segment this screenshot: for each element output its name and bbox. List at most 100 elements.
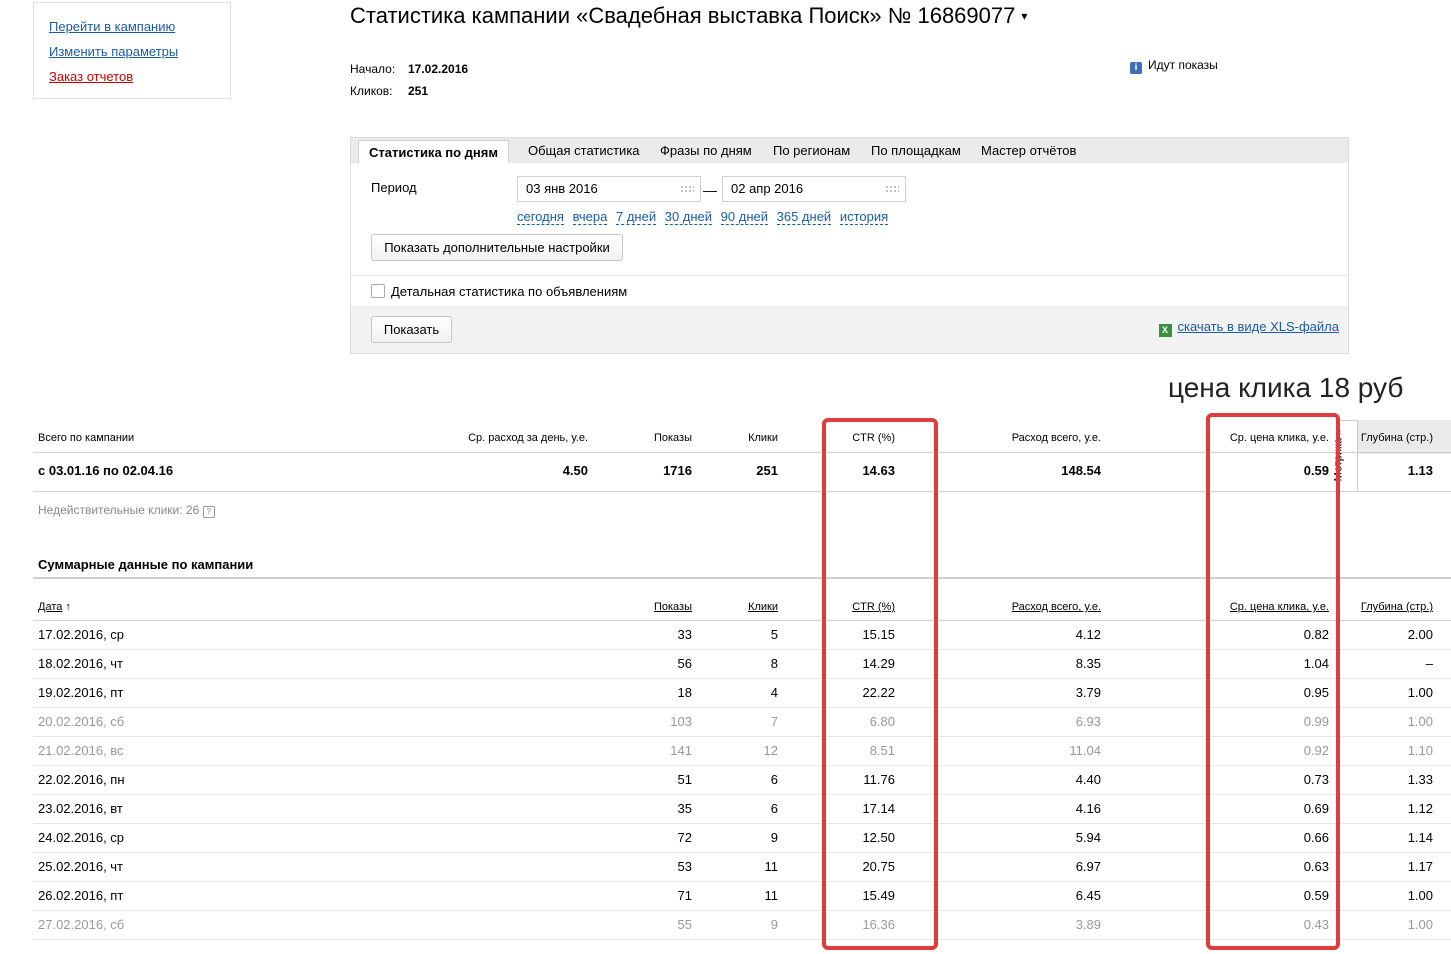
table-cell-clicks: 9 (770, 917, 778, 932)
summary-header-label: Глубина (стр.) (1360, 601, 1433, 613)
table-cell-depth: 1.17 (1407, 859, 1433, 874)
table-cell-total-spend: 4.40 (1075, 772, 1101, 787)
table-cell-impressions: 33 (677, 627, 692, 642)
range-30-days-link[interactable]: 30 дней (664, 209, 713, 225)
table-cell-clicks: 7 (770, 714, 778, 729)
summary-header-impressions[interactable]: Показы (592, 601, 692, 613)
totals-value-total-spend: 148.54 (1061, 463, 1101, 478)
table-cell-depth: – (1425, 656, 1433, 671)
invalid-clicks-text: Недействительные клики: 26 (38, 503, 200, 517)
table-cell-date: 23.02.2016, вт (38, 801, 123, 816)
tab-general-stats[interactable]: Общая статистика (528, 143, 640, 158)
detail-stats-checkbox-row[interactable]: Детальная статистика по объявлениям (371, 284, 627, 299)
totals-header-impressions: Показы (653, 432, 692, 444)
table-cell-date: 19.02.2016, пт (38, 685, 124, 700)
panel-footer: Показать Xскачать в виде XLS-файла (351, 306, 1348, 353)
goto-campaign-link[interactable]: Перейти в кампанию (49, 19, 175, 34)
clicks-row: Кликов: 251 (350, 84, 428, 98)
table-cell-total-spend: 11.04 (1069, 743, 1101, 758)
table-cell-date: 26.02.2016, пт (38, 888, 124, 903)
summary-header-total-spend[interactable]: Расход всего, у.е. (961, 601, 1101, 613)
tab-by-sites[interactable]: По площадкам (871, 143, 961, 158)
table-cell-impressions: 53 (677, 859, 692, 874)
clicks-value: 251 (408, 84, 429, 98)
xls-download[interactable]: Xскачать в виде XLS-файла (1158, 319, 1340, 337)
totals-header-avg-daily-spend: Ср. расход за день, у.е. (468, 432, 588, 444)
table-cell-depth: 1.00 (1407, 888, 1433, 903)
table-cell-depth: 1.10 (1407, 743, 1433, 758)
order-reports-link[interactable]: Заказ отчетов (49, 69, 133, 84)
totals-header-total-spend: Расход всего, у.е. (1011, 432, 1101, 444)
summary-title: Суммарные данные по кампании (38, 557, 254, 572)
sidebar-box: Перейти в кампанию Изменить параметры За… (33, 2, 231, 99)
help-icon[interactable]: ? (202, 506, 215, 518)
table-cell-date: 25.02.2016, чт (38, 859, 124, 874)
table-cell-clicks: 6 (770, 801, 778, 816)
tab-phrases-by-day[interactable]: Фразы по дням (660, 143, 752, 158)
table-cell-total-spend: 6.97 (1075, 859, 1101, 874)
table-cell-clicks: 12 (763, 743, 778, 758)
summary-header-date[interactable]: Дата ↑ (38, 601, 238, 613)
date-to-input[interactable]: 02 апр 2016 (722, 176, 906, 202)
extra-settings-button[interactable]: Показать дополнительные настройки (371, 234, 623, 261)
summary-header-depth[interactable]: Глубина (стр.) (1353, 601, 1433, 613)
tab-by-regions[interactable]: По регионам (773, 143, 850, 158)
table-cell-depth: 1.00 (1407, 714, 1433, 729)
calendar-icon[interactable] (885, 185, 899, 193)
edit-params-link[interactable]: Изменить параметры (49, 44, 178, 59)
table-cell-impressions: 141 (670, 743, 692, 758)
totals-header-clicks: Клики (748, 432, 778, 444)
date-from-value: 03 янв 2016 (526, 181, 598, 196)
metrika-tab[interactable]: Метрика » (1332, 420, 1358, 492)
table-cell-clicks: 5 (770, 627, 778, 642)
table-cell-clicks: 8 (770, 656, 778, 671)
table-cell-total-spend: 4.16 (1075, 801, 1101, 816)
sort-arrow-icon[interactable]: ↑ (65, 601, 71, 613)
table-cell-depth: 1.33 (1407, 772, 1433, 787)
calendar-icon[interactable] (680, 185, 694, 193)
table-cell-impressions: 103 (670, 714, 692, 729)
range-90-days-link[interactable]: 90 дней (720, 209, 768, 225)
table-cell-clicks: 11 (764, 859, 779, 874)
tab-stats-by-day[interactable]: Статистика по дням (358, 140, 509, 163)
page-title[interactable]: Статистика кампании «Свадебная выставка … (350, 3, 1027, 29)
table-cell-depth: 1.00 (1407, 685, 1433, 700)
table-cell-total-spend: 6.45 (1075, 888, 1101, 903)
date-to-value: 02 апр 2016 (731, 181, 804, 196)
start-date-value: 17.02.2016 (408, 62, 469, 76)
date-from-input[interactable]: 03 янв 2016 (517, 176, 701, 202)
table-cell-total-spend: 8.35 (1075, 656, 1101, 671)
table-cell-impressions: 56 (677, 656, 692, 671)
totals-value-avg-daily-spend: 4.50 (562, 463, 588, 478)
tab-report-wizard[interactable]: Мастер отчётов (981, 143, 1076, 158)
filter-panel: Статистика по дням Общая статистика Фраз… (350, 137, 1349, 354)
xls-download-link[interactable]: скачать в виде XLS-файла (1178, 319, 1340, 334)
table-cell-impressions: 35 (677, 801, 692, 816)
summary-header-label: Клики (748, 601, 778, 613)
table-cell-date: 21.02.2016, вс (38, 743, 124, 758)
table-cell-impressions: 18 (677, 685, 692, 700)
chevron-down-icon[interactable]: ▾ (1021, 9, 1027, 23)
table-cell-date: 22.02.2016, пн (38, 772, 125, 787)
range-yesterday-link[interactable]: вчера (572, 209, 608, 225)
tab-bar: Статистика по дням Общая статистика Фраз… (351, 138, 1348, 163)
table-cell-depth: 1.14 (1407, 830, 1433, 845)
summary-header-clicks[interactable]: Клики (692, 601, 778, 613)
table-cell-date: 24.02.2016, ср (38, 830, 125, 845)
summary-header-label: Расход всего, у.е. (1011, 601, 1101, 613)
range-today-link[interactable]: сегодня (517, 209, 564, 225)
show-button[interactable]: Показать (371, 316, 452, 343)
table-cell-date: 27.02.2016, сб (38, 917, 125, 932)
totals-header-campaign-total: Всего по кампании (38, 432, 135, 444)
invalid-clicks: Недействительные клики: 26 ? (38, 503, 215, 518)
detail-stats-label: Детальная статистика по объявлениям (391, 284, 628, 299)
start-date-label: Начало: (350, 62, 396, 76)
range-7-days-link[interactable]: 7 дней (615, 209, 657, 225)
table-cell-total-spend: 6.93 (1075, 714, 1101, 729)
range-365-days-link[interactable]: 365 дней (776, 209, 832, 225)
detail-stats-checkbox[interactable] (371, 284, 385, 298)
range-history-link[interactable]: история (839, 209, 889, 225)
table-cell-date: 20.02.2016, сб (38, 714, 125, 729)
page-title-text: Статистика кампании «Свадебная выставка … (350, 3, 1016, 28)
totals-value-impressions: 1716 (663, 463, 692, 478)
